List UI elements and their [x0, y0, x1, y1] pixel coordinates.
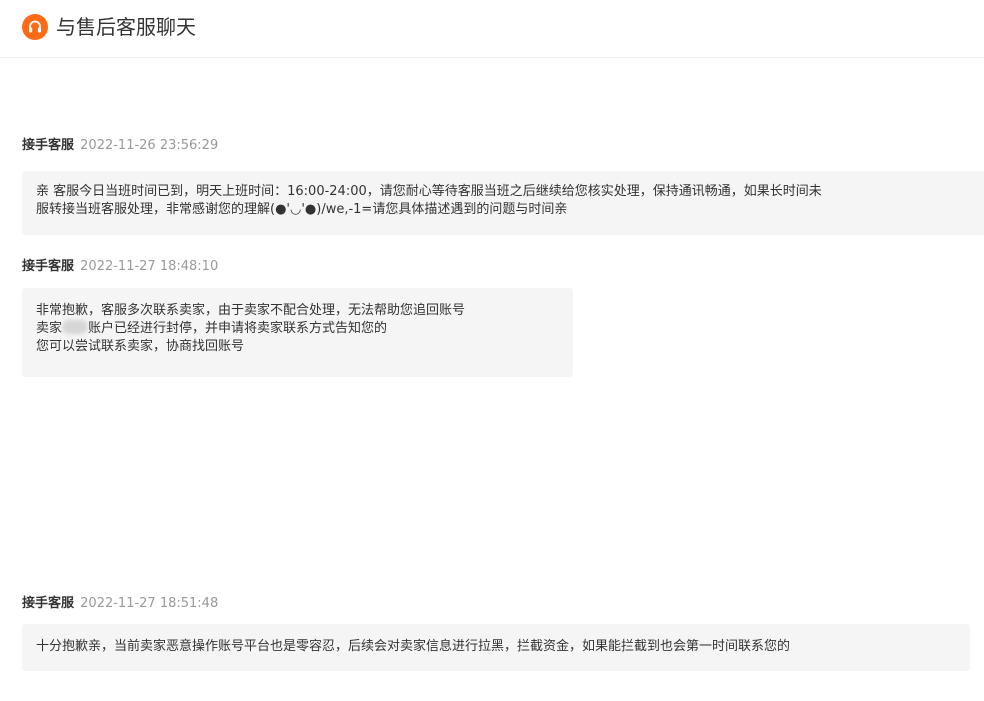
message-meta: 接手客服 2022-11-27 18:48:10: [22, 258, 218, 276]
message-sender: 接手客服: [22, 138, 75, 153]
page-title: 与售后客服聊天: [56, 15, 196, 39]
message-bubble: 非常抱歉，客服多次联系卖家，由于卖家不配合处理，无法帮助您追回账号 卖家 账户已经…: [22, 288, 573, 377]
message-bubble: 十分抱歉亲，当前卖家恶意操作账号平台也是零容忍，后续会对卖家信息进行拉黑，拦截资…: [22, 624, 970, 671]
message-meta: 接手客服 2022-11-26 23:56:29: [22, 137, 218, 155]
message-text-line: 您可以尝试联系卖家，协商找回账号: [36, 339, 245, 354]
message-sender: 接手客服: [22, 596, 75, 611]
message-text-line: 亲 客服今日当班时间已到，明天上班时间：16:00-24:00，请您耐心等待客服…: [36, 184, 822, 199]
redacted-blur: [62, 320, 89, 334]
chat-header: 与售后客服聊天: [0, 0, 984, 58]
message-text-line: 卖家 账户已经进行封停，并申请将卖家联系方式告知您的: [36, 320, 559, 338]
message-text-fragment: 账户已经进行封停，并申请将卖家联系方式告知您的: [88, 321, 388, 336]
headset-icon: [22, 14, 48, 40]
message-text-fragment: 卖家: [36, 321, 63, 336]
message-timestamp: 2022-11-26 23:56:29: [80, 138, 219, 153]
message-sender: 接手客服: [22, 259, 75, 274]
message-text-line: 服转接当班客服处理，非常感谢您的理解(●'◡'●)/we,-1=请您具体描述遇到…: [36, 202, 568, 217]
message-meta: 接手客服 2022-11-27 18:51:48: [22, 595, 218, 613]
message-bubble: 亲 客服今日当班时间已到，明天上班时间：16:00-24:00，请您耐心等待客服…: [22, 171, 984, 235]
message-timestamp: 2022-11-27 18:48:10: [80, 259, 219, 274]
message-timestamp: 2022-11-27 18:51:48: [80, 596, 219, 611]
message-text-line: 非常抱歉，客服多次联系卖家，由于卖家不配合处理，无法帮助您追回账号: [36, 303, 466, 318]
message-text-line: 十分抱歉亲，当前卖家恶意操作账号平台也是零容忍，后续会对卖家信息进行拉黑，拦截资…: [36, 639, 791, 654]
